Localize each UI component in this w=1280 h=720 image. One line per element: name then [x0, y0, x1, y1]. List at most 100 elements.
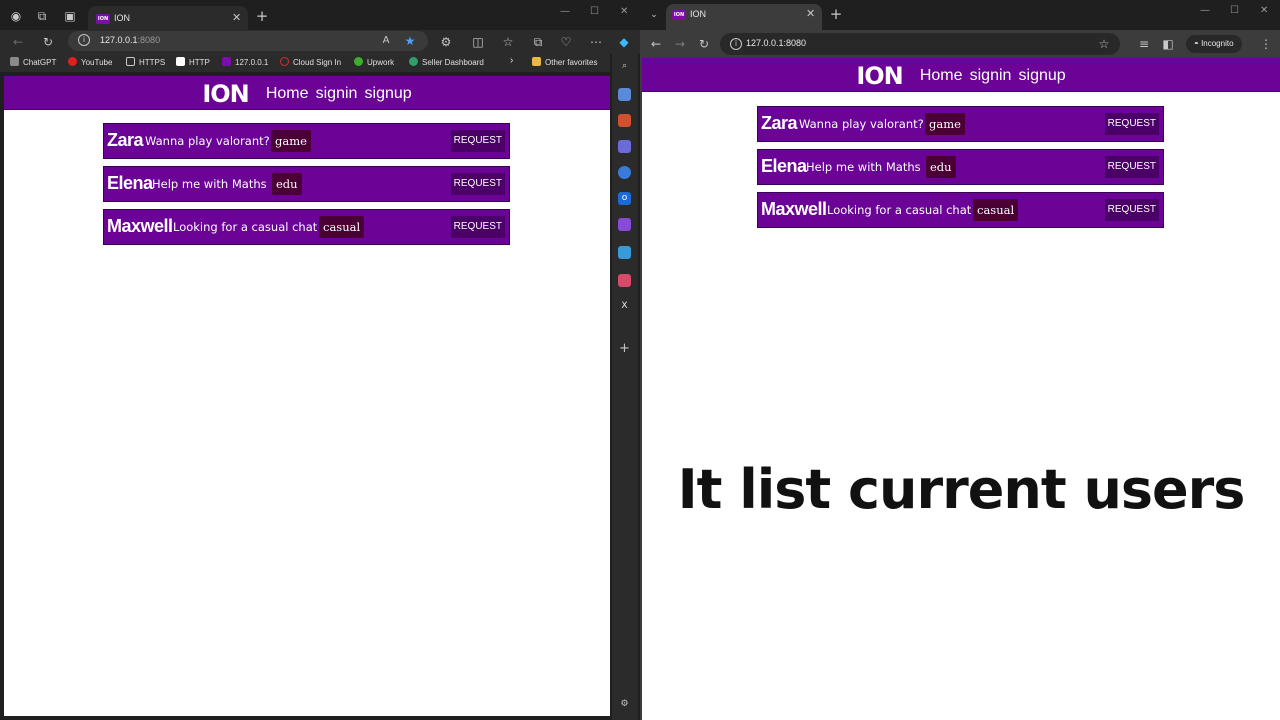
- upwork-icon: [354, 57, 363, 66]
- read-aloud-icon[interactable]: A: [378, 33, 394, 49]
- tab-ion[interactable]: ION ION ✕: [666, 4, 822, 30]
- site-info-icon[interactable]: i: [730, 38, 742, 50]
- tab-actions-icon[interactable]: ▣: [62, 8, 78, 24]
- user-message: Help me with Maths: [152, 177, 267, 191]
- user-card-maxwell: Maxwell Looking for a casual chat casual…: [103, 209, 510, 245]
- incognito-badge[interactable]: ◓ Incognito: [1186, 35, 1242, 53]
- workspaces-icon[interactable]: ⧉: [34, 8, 50, 24]
- request-button[interactable]: REQUEST: [450, 216, 505, 238]
- tab-search-chevron-icon[interactable]: ⌄: [646, 7, 662, 23]
- tools-icon[interactable]: [618, 114, 631, 127]
- request-button[interactable]: REQUEST: [450, 130, 505, 152]
- more-menu-icon[interactable]: ⋮: [1258, 36, 1274, 52]
- back-icon[interactable]: ←: [10, 34, 26, 50]
- user-card-maxwell: Maxwell Looking for a casual chat casual…: [757, 192, 1164, 228]
- bookmark-seller-dashboard[interactable]: Seller Dashboard: [409, 57, 484, 69]
- address-bar[interactable]: i 127.0.0.1:8080 A ★: [68, 31, 428, 51]
- minimize-icon[interactable]: —: [1200, 5, 1210, 16]
- bookmark-youtube[interactable]: YouTube: [68, 57, 112, 69]
- user-name: Elena: [761, 156, 807, 176]
- user-message: Looking for a casual chat: [173, 220, 318, 234]
- copilot-icon[interactable]: ◆: [616, 34, 632, 50]
- left-page-viewport: ION Home signin signup Zara Wanna play v…: [4, 76, 610, 716]
- folder-icon: [532, 57, 541, 66]
- favorite-star-icon[interactable]: ★: [402, 33, 418, 49]
- app-icon[interactable]: [618, 274, 631, 287]
- close-tab-icon[interactable]: ✕: [232, 11, 241, 24]
- nav-signup[interactable]: signup: [365, 85, 412, 102]
- search-icon[interactable]: ⌕: [618, 60, 631, 73]
- user-card-elena: Elena Help me with Maths edu REQUEST: [103, 166, 510, 202]
- extensions-icon[interactable]: ⚙: [438, 34, 454, 50]
- user-tag: edu: [272, 173, 302, 195]
- bookmark-http[interactable]: HTTP: [176, 57, 210, 69]
- collections-icon[interactable]: ⧉: [530, 34, 546, 50]
- favorites-icon[interactable]: ☆: [500, 34, 516, 50]
- bookmark-star-icon[interactable]: ☆: [1096, 36, 1112, 52]
- right-toolbar: ← → ↻ i 127.0.0.1:8080 ☆ ≡ ◧ ◓ Incognito…: [640, 30, 1280, 58]
- add-sidebar-icon[interactable]: +: [618, 342, 631, 355]
- site-info-icon[interactable]: i: [78, 34, 90, 46]
- minimize-icon[interactable]: —: [560, 6, 570, 17]
- games-icon[interactable]: [618, 140, 631, 153]
- request-button[interactable]: REQUEST: [1104, 156, 1159, 178]
- telegram-icon[interactable]: [618, 246, 631, 259]
- nav-home[interactable]: Home: [920, 67, 963, 84]
- user-tag: casual: [973, 199, 1019, 221]
- media-icon[interactable]: ≡: [1136, 36, 1152, 52]
- ion-logo[interactable]: ION: [202, 80, 249, 108]
- side-panel-icon[interactable]: ◧: [1160, 36, 1176, 52]
- more-bookmarks-chevron-icon[interactable]: ›: [510, 55, 513, 67]
- bookmark-upwork[interactable]: Upwork: [354, 57, 394, 69]
- forward-icon[interactable]: →: [672, 36, 688, 52]
- outlook-icon[interactable]: o: [618, 192, 631, 205]
- user-card-zara: Zara Wanna play valorant? game REQUEST: [757, 106, 1164, 142]
- bookmark-localhost[interactable]: 127.0.0.1: [222, 57, 268, 69]
- edge-drop-icon[interactable]: [618, 166, 631, 179]
- close-tab-icon[interactable]: ✕: [806, 7, 815, 20]
- user-message: Looking for a casual chat: [827, 203, 972, 217]
- close-window-icon[interactable]: ✕: [620, 6, 628, 17]
- user-message: Wanna play valorant?: [799, 117, 924, 131]
- new-tab-icon[interactable]: +: [828, 6, 844, 22]
- split-screen-icon[interactable]: ◫: [470, 34, 486, 50]
- more-menu-icon[interactable]: ⋯: [588, 34, 604, 50]
- x-twitter-icon[interactable]: X: [618, 300, 631, 313]
- profile-icon[interactable]: ◉: [8, 8, 24, 24]
- bookmark-https[interactable]: HTTPS: [126, 57, 165, 69]
- http-icon: [176, 57, 185, 66]
- ion-logo[interactable]: ION: [856, 62, 903, 90]
- incognito-icon: ◓: [1194, 39, 1202, 48]
- nav-signin[interactable]: signin: [970, 67, 1012, 84]
- nav-signup[interactable]: signup: [1019, 67, 1066, 84]
- nav-home[interactable]: Home: [266, 85, 309, 102]
- close-window-icon[interactable]: ✕: [1260, 5, 1268, 16]
- left-tab-bar: ◉ ⧉ ▣ ION ION ✕ + — ☐ ✕: [0, 0, 640, 32]
- chatgpt-icon: [10, 57, 19, 66]
- youtube-icon: [68, 57, 77, 66]
- maximize-icon[interactable]: ☐: [1230, 5, 1239, 16]
- bookmark-cloud-sign-in[interactable]: Cloud Sign In: [280, 57, 341, 69]
- bookmark-chatgpt[interactable]: ChatGPT: [10, 57, 56, 69]
- browser-essentials-icon[interactable]: ♡: [558, 34, 574, 50]
- maximize-icon[interactable]: ☐: [590, 6, 599, 17]
- new-tab-icon[interactable]: +: [254, 8, 270, 24]
- request-button[interactable]: REQUEST: [450, 173, 505, 195]
- request-button[interactable]: REQUEST: [1104, 199, 1159, 221]
- user-message: Wanna play valorant?: [145, 134, 270, 148]
- tab-ion[interactable]: ION ION ✕: [88, 6, 248, 32]
- refresh-icon[interactable]: ↻: [696, 36, 712, 52]
- other-favorites-folder[interactable]: Other favorites: [532, 57, 597, 69]
- designer-icon[interactable]: [618, 218, 631, 231]
- right-browser-window: ⌄ ION ION ✕ + — ☐ ✕ ← → ↻ i 127.0.0.1:80…: [640, 0, 1280, 720]
- user-card-elena: Elena Help me with Maths edu REQUEST: [757, 149, 1164, 185]
- refresh-icon[interactable]: ↻: [40, 34, 56, 50]
- request-button[interactable]: REQUEST: [1104, 113, 1159, 135]
- copilot-sidebar-icon[interactable]: [618, 88, 631, 101]
- seller-icon: [409, 57, 418, 66]
- address-bar[interactable]: i 127.0.0.1:8080 ☆: [720, 33, 1120, 55]
- back-icon[interactable]: ←: [648, 36, 664, 52]
- nav-signin[interactable]: signin: [316, 85, 358, 102]
- settings-gear-icon[interactable]: ⚙: [618, 698, 631, 711]
- cloud-icon: [280, 57, 289, 66]
